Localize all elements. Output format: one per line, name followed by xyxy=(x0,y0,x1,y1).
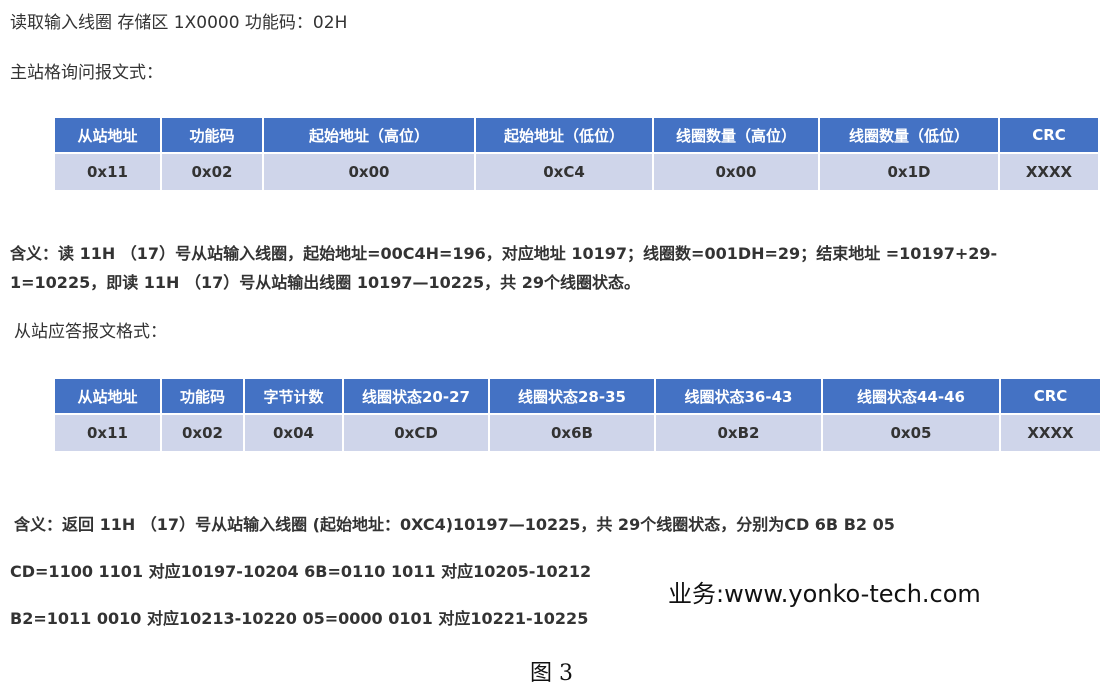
master-request-label: 主站格询问报文式： xyxy=(10,63,163,83)
header-cell: 线圈状态44-46 xyxy=(822,379,1001,415)
header-cell: 功能码 xyxy=(161,379,245,415)
response-meaning-line2: CD=1100 1101 对应10197-10204 6B=0110 1011 … xyxy=(10,562,592,581)
value-cell: 0x6B xyxy=(489,414,656,451)
header-cell: 字节计数 xyxy=(244,379,344,415)
website-watermark: 业务:www.yonko-tech.com xyxy=(668,580,981,608)
header-cell: 线圈状态36-43 xyxy=(655,379,823,415)
header-cell: 线圈数量（高位） xyxy=(653,118,820,154)
value-cell: 0x04 xyxy=(244,414,344,451)
table-header-row: 从站地址 功能码 起始地址（高位） 起始地址（低位） 线圈数量（高位） 线圈数量… xyxy=(55,118,1098,154)
header-cell: 起始地址（低位） xyxy=(475,118,654,154)
request-frame-table: 从站地址 功能码 起始地址（高位） 起始地址（低位） 线圈数量（高位） 线圈数量… xyxy=(55,118,1098,190)
header-cell: 功能码 xyxy=(161,118,264,154)
value-cell: 0x02 xyxy=(161,414,245,451)
header-cell: 线圈数量（低位） xyxy=(819,118,1000,154)
function-title: 读取输入线圈 存储区 1X0000 功能码：02H xyxy=(10,13,348,33)
value-cell: 0x1D xyxy=(819,153,1000,190)
header-cell: 线圈状态28-35 xyxy=(489,379,656,415)
value-cell: 0xCD xyxy=(343,414,490,451)
slave-response-label: 从站应答报文格式： xyxy=(14,322,167,342)
table-row: 0x11 0x02 0x04 0xCD 0x6B 0xB2 0x05 XXXX xyxy=(55,414,1100,451)
header-cell: 从站地址 xyxy=(55,379,162,415)
response-meaning-line3: B2=1011 0010 对应10213-10220 05=0000 0101 … xyxy=(10,609,589,628)
header-cell: CRC xyxy=(999,118,1098,154)
value-cell: XXXX xyxy=(999,153,1098,190)
request-meaning-line1: 含义：读 11H （17）号从站输入线圈，起始地址=00C4H=196，对应地址… xyxy=(10,244,998,263)
table-row: 0x11 0x02 0x00 0xC4 0x00 0x1D XXXX xyxy=(55,153,1098,190)
value-cell: 0x02 xyxy=(161,153,264,190)
value-cell: 0x11 xyxy=(55,153,162,190)
header-cell: 起始地址（高位） xyxy=(263,118,476,154)
request-meaning-line2: 1=10225，即读 11H （17）号从站输出线圈 10197—10225，共… xyxy=(10,273,641,292)
table-header-row: 从站地址 功能码 字节计数 线圈状态20-27 线圈状态28-35 线圈状态36… xyxy=(55,379,1100,415)
figure-caption: 图 3 xyxy=(530,661,573,686)
response-frame-table: 从站地址 功能码 字节计数 线圈状态20-27 线圈状态28-35 线圈状态36… xyxy=(55,379,1100,451)
value-cell: 0x05 xyxy=(822,414,1001,451)
value-cell: 0x11 xyxy=(55,414,162,451)
value-cell: 0x00 xyxy=(263,153,476,190)
value-cell: 0xB2 xyxy=(655,414,823,451)
value-cell: 0x00 xyxy=(653,153,820,190)
header-cell: 从站地址 xyxy=(55,118,162,154)
value-cell: XXXX xyxy=(1000,414,1100,451)
header-cell: CRC xyxy=(1000,379,1100,415)
response-meaning-line1: 含义：返回 11H （17）号从站输入线圈 (起始地址：0XC4)10197—1… xyxy=(14,515,895,534)
value-cell: 0xC4 xyxy=(475,153,654,190)
header-cell: 线圈状态20-27 xyxy=(343,379,490,415)
